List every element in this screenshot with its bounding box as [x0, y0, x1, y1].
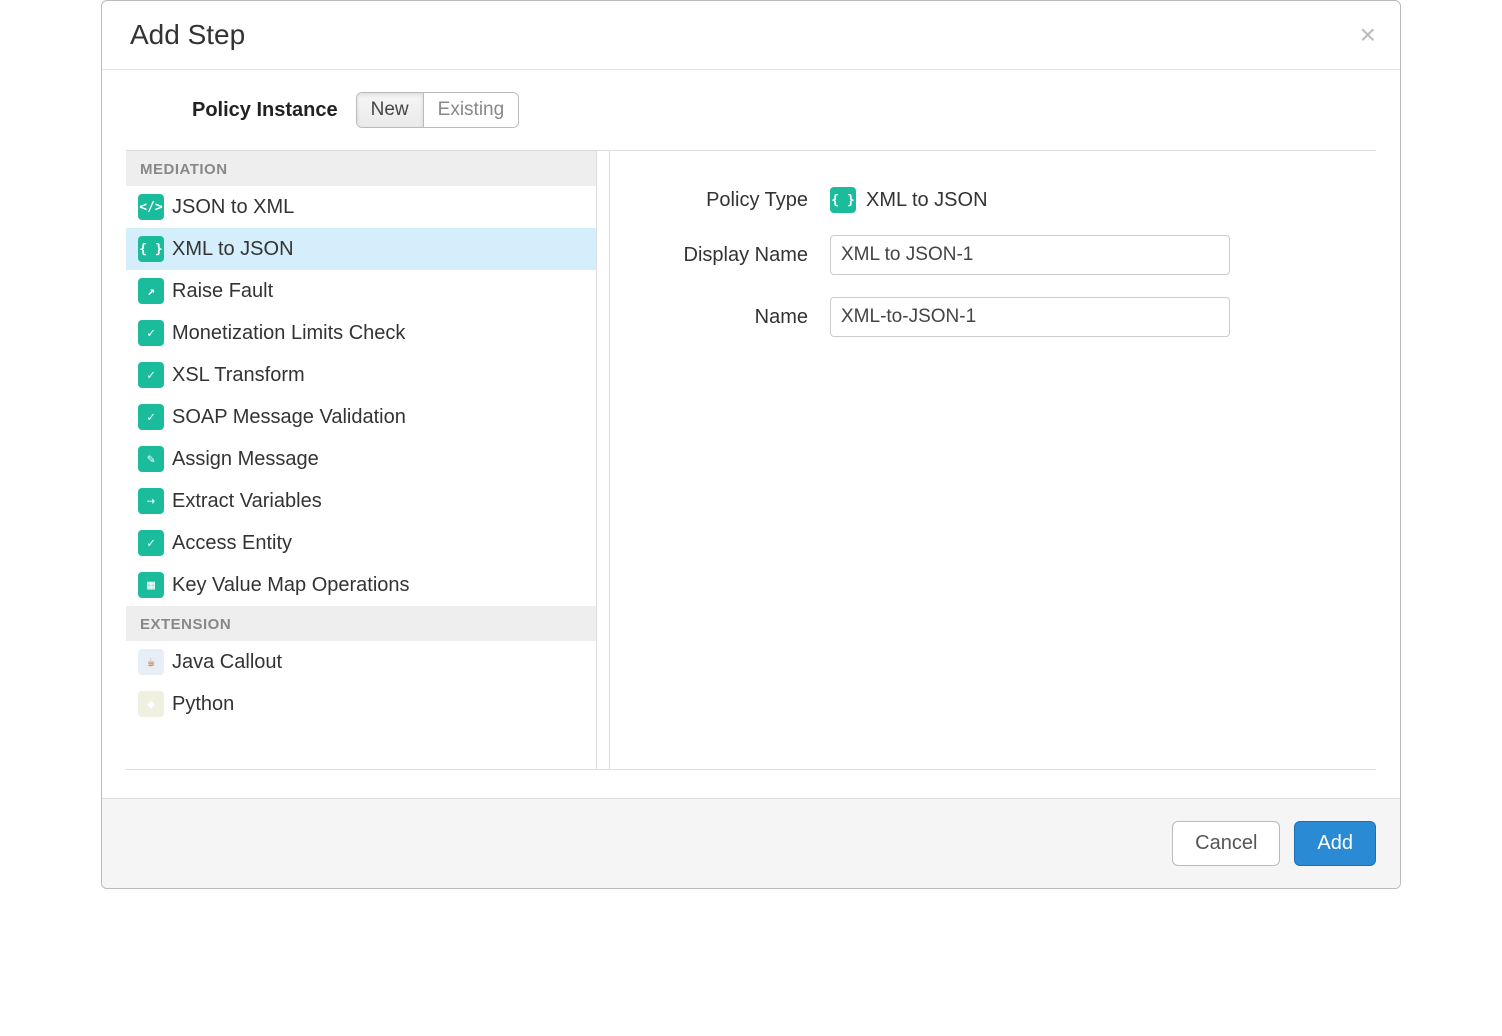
- code-icon: </>: [138, 194, 164, 220]
- name-row: Name: [650, 297, 1336, 337]
- policy-item[interactable]: </> JSON to XML: [126, 186, 596, 228]
- policy-type-text: XML to JSON: [866, 189, 988, 212]
- policy-item-label: Python: [172, 693, 234, 716]
- policy-detail-pane: Policy Type { } XML to JSON Display Name…: [610, 151, 1376, 769]
- check-icon: ✓: [138, 320, 164, 346]
- policy-type-value: { } XML to JSON: [830, 187, 988, 213]
- policy-item[interactable]: ▦ Key Value Map Operations: [126, 564, 596, 606]
- check-icon: ✓: [138, 404, 164, 430]
- group-header: MEDIATION: [126, 151, 596, 186]
- add-button[interactable]: Add: [1294, 821, 1376, 866]
- python-icon: ◆: [138, 691, 164, 717]
- braces-icon: { }: [138, 236, 164, 262]
- policy-item[interactable]: ☕ Java Callout: [126, 641, 596, 683]
- toggle-existing-button[interactable]: Existing: [423, 93, 519, 127]
- policy-item-label: XML to JSON: [172, 238, 294, 261]
- edit-icon: ✎: [138, 446, 164, 472]
- policy-item-label: Extract Variables: [172, 490, 322, 513]
- dialog-footer: Cancel Add: [102, 798, 1400, 888]
- policy-instance-toggle: New Existing: [356, 92, 520, 128]
- policy-instance-label: Policy Instance: [192, 99, 338, 122]
- policy-item[interactable]: ✓ SOAP Message Validation: [126, 396, 596, 438]
- cancel-button[interactable]: Cancel: [1172, 821, 1280, 866]
- policy-list-sidebar[interactable]: MEDIATION </> JSON to XML { } XML to JSON ↗ Ra…: [126, 151, 596, 769]
- policy-item-label: Raise Fault: [172, 280, 273, 303]
- policy-item[interactable]: ✓ Monetization Limits Check: [126, 312, 596, 354]
- policy-item[interactable]: ✓ XSL Transform: [126, 354, 596, 396]
- policy-item[interactable]: ✎ Assign Message: [126, 438, 596, 480]
- pane-divider: [596, 151, 610, 769]
- add-step-dialog: Add Step × Policy Instance New Existing …: [101, 0, 1401, 889]
- policy-item[interactable]: ◆ Python: [126, 683, 596, 725]
- name-input[interactable]: [830, 297, 1230, 337]
- extract-icon: ⇢: [138, 488, 164, 514]
- policy-item-label: Assign Message: [172, 448, 319, 471]
- check-icon: ✓: [138, 530, 164, 556]
- dialog-title: Add Step: [130, 19, 245, 51]
- policy-item-label: Java Callout: [172, 651, 282, 674]
- policy-item-label: XSL Transform: [172, 364, 305, 387]
- policy-type-label: Policy Type: [650, 189, 830, 212]
- check-icon: ✓: [138, 362, 164, 388]
- dialog-header: Add Step ×: [102, 1, 1400, 70]
- close-icon[interactable]: ×: [1360, 21, 1376, 49]
- name-label: Name: [650, 306, 830, 329]
- group-header: EXTENSION: [126, 606, 596, 641]
- policy-item-label: Key Value Map Operations: [172, 574, 410, 597]
- policy-item-label: SOAP Message Validation: [172, 406, 406, 429]
- java-icon: ☕: [138, 649, 164, 675]
- policy-item[interactable]: ✓ Access Entity: [126, 522, 596, 564]
- display-name-input[interactable]: [830, 235, 1230, 275]
- toggle-new-button[interactable]: New: [357, 93, 423, 127]
- display-name-label: Display Name: [650, 244, 830, 267]
- policy-item-label: Access Entity: [172, 532, 292, 555]
- dialog-body: MEDIATION </> JSON to XML { } XML to JSON ↗ Ra…: [126, 150, 1376, 770]
- kvm-icon: ▦: [138, 572, 164, 598]
- policy-item[interactable]: ↗ Raise Fault: [126, 270, 596, 312]
- braces-icon: { }: [830, 187, 856, 213]
- policy-item-label: Monetization Limits Check: [172, 322, 405, 345]
- policy-item[interactable]: { } XML to JSON: [126, 228, 596, 270]
- policy-instance-toolbar: Policy Instance New Existing: [102, 70, 1400, 150]
- display-name-row: Display Name: [650, 235, 1336, 275]
- policy-item-label: JSON to XML: [172, 196, 294, 219]
- policy-item[interactable]: ⇢ Extract Variables: [126, 480, 596, 522]
- policy-type-row: Policy Type { } XML to JSON: [650, 187, 1336, 213]
- arrow-icon: ↗: [138, 278, 164, 304]
